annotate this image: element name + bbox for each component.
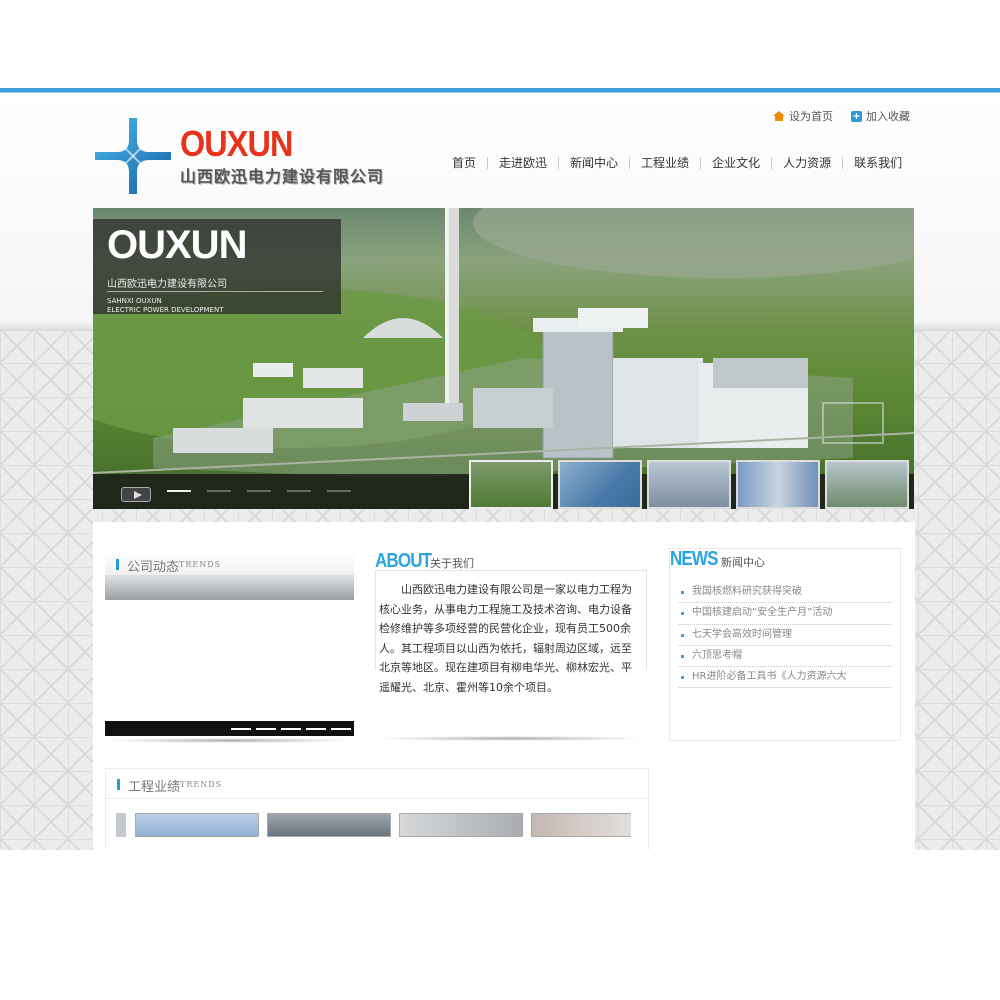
nav-item-home[interactable]: 首页 xyxy=(441,154,487,171)
projects-tag: TRENDS xyxy=(180,780,223,789)
plus-icon: + xyxy=(851,110,862,122)
nav-item-about[interactable]: 走进欧迅 xyxy=(488,154,558,171)
news-title: NEWS xyxy=(670,548,718,570)
main-nav: 首页 走进欧迅 新闻中心 工程业绩 企业文化 人力资源 联系我们 xyxy=(441,154,913,171)
banner-thumbnail[interactable] xyxy=(736,460,820,509)
project-thumbnail[interactable] xyxy=(531,813,631,837)
banner-thumbnail[interactable] xyxy=(469,460,553,509)
add-favorite-link[interactable]: + 加入收藏 xyxy=(851,108,910,124)
banner-brand: OUXUN xyxy=(107,223,247,267)
nav-item-hr[interactable]: 人力资源 xyxy=(772,154,842,171)
slide-indicator[interactable] xyxy=(287,490,311,492)
title-bar-marker xyxy=(117,779,120,790)
trends-header: 公司动态 TRENDS xyxy=(105,552,354,576)
top-accent-line xyxy=(0,88,1000,93)
nav-item-contact[interactable]: 联系我们 xyxy=(843,154,913,171)
slide-indicator[interactable] xyxy=(207,490,231,492)
banner-company-name: 山西欧迅电力建设有限公司 xyxy=(107,279,227,290)
project-thumbnail[interactable] xyxy=(267,813,391,837)
nav-item-news[interactable]: 新闻中心 xyxy=(559,154,629,171)
banner-logo-panel: OUXUN 山西欧迅电力建设有限公司 SAHNXI OUXUN ELECTRIC… xyxy=(93,219,341,314)
news-item[interactable]: 中国核建启动“安全生产月”活动 xyxy=(679,603,891,625)
projects-title: 工程业绩 xyxy=(128,780,181,795)
cross-logo-icon xyxy=(95,118,171,194)
project-thumbnail[interactable] xyxy=(399,813,523,837)
trends-title: 公司动态 xyxy=(127,560,180,575)
news-item[interactable]: 七天学会高效时间管理 xyxy=(679,625,891,646)
nav-item-projects[interactable]: 工程业绩 xyxy=(630,154,700,171)
box-shadow xyxy=(105,738,354,743)
projects-header: 工程业绩 TRENDS xyxy=(106,769,648,799)
news-item[interactable]: 我国核燃料研究获得突破 xyxy=(679,582,891,604)
about-subtitle: 关于我们 xyxy=(430,557,474,570)
about-divider xyxy=(375,570,647,571)
banner-english-line-2: ELECTRIC POWER DEVELOPMENT xyxy=(107,306,224,314)
banner-thumbnail[interactable] xyxy=(558,460,642,509)
nav-item-culture[interactable]: 企业文化 xyxy=(701,154,771,171)
box-shadow xyxy=(375,736,647,741)
company-logo[interactable]: OUXUN 山西欧迅电力建设有限公司 xyxy=(93,116,393,196)
title-bar-marker xyxy=(116,559,119,570)
page-stage: 设为首页 + 加入收藏 OUXUN 山西欧迅电力建设有限公司 首页 走进欧迅 新… xyxy=(0,94,1000,850)
company-trends-box: 公司动态 TRENDS xyxy=(105,552,355,743)
news-item[interactable]: 六顶思考帽 xyxy=(679,646,891,668)
slide-indicator[interactable] xyxy=(247,490,271,492)
banner-english-line-1: SAHNXI OUXUN xyxy=(107,297,162,305)
news-item[interactable]: HR进阶必备工具书《人力资源六大 xyxy=(679,667,891,689)
home-icon xyxy=(773,111,785,121)
banner-thumbnail[interactable] xyxy=(825,460,909,509)
projects-box: 工程业绩 TRENDS xyxy=(105,768,649,850)
slide-indicator[interactable] xyxy=(167,490,191,492)
content-panel: 公司动态 TRENDS ABOUT 关于我们 山西欧迅电力建设有限公司是一家以电… xyxy=(93,522,915,850)
about-text: 山西欧迅电力建设有限公司是一家以电力工程为核心业务，从事电力工程施工及技术咨询、… xyxy=(379,583,632,694)
news-subtitle: 新闻中心 xyxy=(721,556,765,569)
set-homepage-link[interactable]: 设为首页 xyxy=(773,108,833,124)
top-links: 设为首页 + 加入收藏 xyxy=(773,108,910,124)
logo-company-name: 山西欧迅电力建设有限公司 xyxy=(180,167,385,186)
project-thumbnail[interactable] xyxy=(135,813,259,837)
trends-image[interactable] xyxy=(105,576,354,600)
banner-thumbnail[interactable] xyxy=(647,460,731,509)
hero-banner[interactable]: OUXUN 山西欧迅电力建设有限公司 SAHNXI OUXUN ELECTRIC… xyxy=(93,208,914,509)
trends-slider-bar xyxy=(105,721,354,736)
trends-slide-indicators[interactable] xyxy=(105,721,354,736)
slide-indicator[interactable] xyxy=(327,490,351,492)
trends-tag: TRENDS xyxy=(179,560,222,569)
set-homepage-label: 设为首页 xyxy=(789,110,833,123)
projects-prev-arrow[interactable] xyxy=(116,813,126,837)
logo-brand-text: OUXUN xyxy=(180,123,293,164)
add-favorite-label: 加入收藏 xyxy=(866,110,910,123)
banner-divider xyxy=(107,291,323,292)
play-icon[interactable] xyxy=(121,487,151,502)
news-list: 我国核燃料研究获得突破 中国核建启动“安全生产月”活动 七天学会高效时间管理 六… xyxy=(679,582,891,689)
